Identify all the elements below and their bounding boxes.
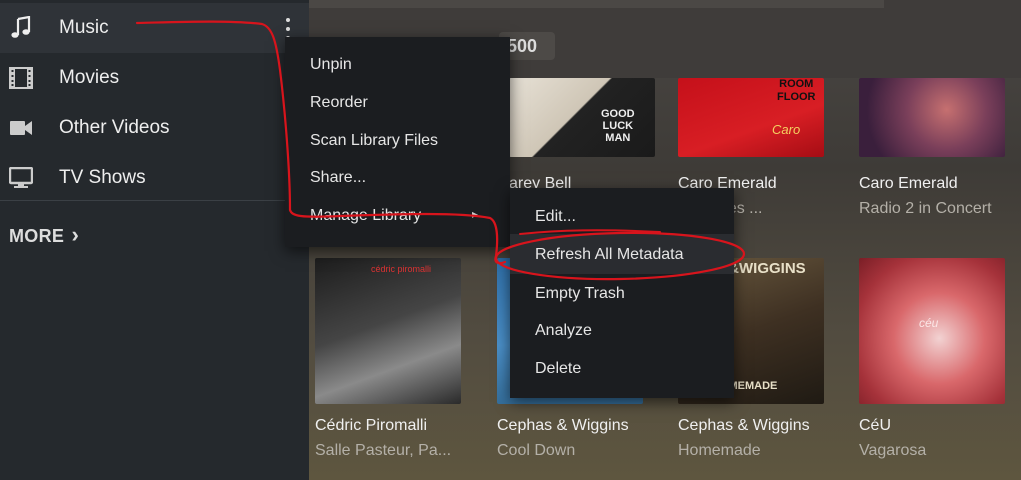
menu-item-unpin[interactable]: Unpin bbox=[310, 56, 352, 74]
more-link[interactable]: MORE › bbox=[9, 222, 79, 248]
menu-item-label: Refresh All Metadata bbox=[535, 246, 684, 263]
album-subtitle[interactable]: Vagarosa bbox=[859, 442, 926, 460]
monitor-icon bbox=[8, 165, 34, 191]
chevron-right-icon: › bbox=[71, 222, 80, 247]
menu-item-share[interactable]: Share... bbox=[310, 169, 366, 187]
more-label: MORE bbox=[9, 226, 65, 246]
submenu-item-edit[interactable]: Edit... bbox=[535, 208, 576, 226]
sidebar-item-music[interactable]: Music bbox=[0, 3, 309, 53]
cover-text: céu bbox=[919, 316, 939, 330]
submenu-item-delete[interactable]: Delete bbox=[535, 360, 581, 378]
album-subtitle[interactable]: Salle Pasteur, Pa... bbox=[315, 442, 451, 460]
cover-text: MAN bbox=[605, 132, 631, 144]
submenu-arrow-icon: ▸ bbox=[472, 207, 479, 221]
album-cover[interactable] bbox=[859, 78, 1005, 157]
video-camera-icon bbox=[8, 115, 34, 141]
album-subtitle[interactable]: Homemade bbox=[678, 442, 761, 460]
album-title[interactable]: Cephas & Wiggins bbox=[678, 417, 810, 435]
submenu-item-analyze[interactable]: Analyze bbox=[535, 322, 592, 340]
album-cover[interactable]: ROOM FLOOR Caro bbox=[678, 78, 824, 157]
cover-text: LUCK bbox=[602, 120, 634, 132]
cover-text: GOOD bbox=[601, 108, 635, 120]
menu-item-manage-library[interactable]: Manage Library ▸ bbox=[310, 207, 485, 225]
sidebar-divider bbox=[0, 200, 309, 201]
album-title[interactable]: Cephas & Wiggins bbox=[497, 417, 629, 435]
sidebar-item-movies[interactable]: Movies bbox=[0, 53, 309, 103]
album-cover[interactable]: céu bbox=[859, 258, 1005, 404]
sidebar: Music Movies Other Videos TV Shows MORE … bbox=[0, 0, 309, 480]
album-title[interactable]: Caro Emerald bbox=[859, 175, 958, 193]
menu-item-reorder[interactable]: Reorder bbox=[310, 94, 368, 112]
library-context-menu: Unpin Reorder Scan Library Files Share..… bbox=[285, 37, 510, 247]
album-subtitle[interactable]: Radio 2 in Concert bbox=[859, 200, 992, 218]
sidebar-item-label: TV Shows bbox=[59, 167, 146, 188]
sidebar-item-label: Other Videos bbox=[59, 117, 170, 138]
album-cover[interactable]: GOOD LUCK MAN bbox=[509, 78, 655, 157]
sidebar-item-label: Movies bbox=[59, 67, 120, 88]
album-cover[interactable]: cédric piromalli bbox=[315, 258, 461, 404]
album-subtitle[interactable]: Cool Down bbox=[497, 442, 575, 460]
submenu-item-empty-trash[interactable]: Empty Trash bbox=[535, 285, 625, 303]
manage-library-submenu: Edit... Refresh All Metadata Empty Trash… bbox=[510, 188, 734, 398]
menu-item-scan-library-files[interactable]: Scan Library Files bbox=[310, 132, 438, 150]
cover-text: FLOOR bbox=[777, 91, 816, 103]
cover-text: Caro bbox=[772, 122, 801, 137]
sidebar-item-tv-shows[interactable]: TV Shows bbox=[0, 153, 309, 203]
film-icon bbox=[8, 65, 34, 91]
album-title[interactable]: Cédric Piromalli bbox=[315, 417, 427, 435]
cover-text: cédric piromalli bbox=[371, 264, 432, 274]
menu-item-label: Manage Library bbox=[310, 207, 422, 224]
sidebar-item-label: Music bbox=[59, 17, 109, 38]
album-title[interactable]: CéU bbox=[859, 417, 891, 435]
toolbar-strip bbox=[309, 0, 884, 8]
submenu-item-refresh-all-metadata[interactable]: Refresh All Metadata bbox=[510, 234, 734, 274]
music-note-icon bbox=[8, 15, 34, 41]
sidebar-item-other-videos[interactable]: Other Videos bbox=[0, 103, 309, 153]
cover-text: ROOM bbox=[779, 78, 814, 90]
